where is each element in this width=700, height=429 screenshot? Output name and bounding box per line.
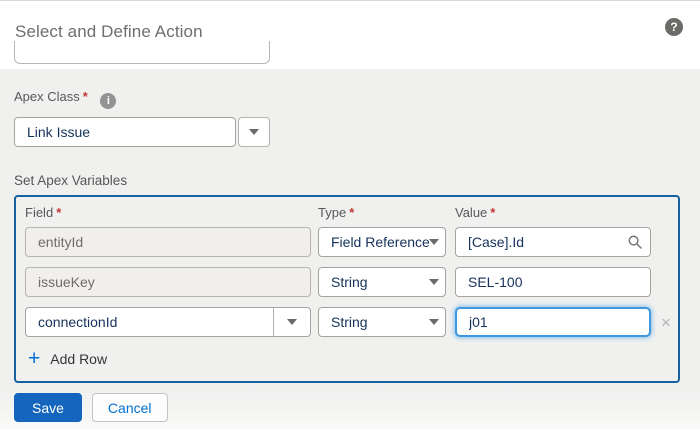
column-header-type: Type*	[318, 205, 455, 220]
help-icon[interactable]: ?	[665, 18, 683, 36]
apex-variables-box: Field* Type* Value* Field Reference	[14, 195, 680, 383]
type-select-value: Field Reference	[331, 234, 430, 250]
search-icon[interactable]	[628, 235, 642, 249]
chevron-down-icon	[287, 319, 297, 325]
remove-row-button[interactable]: ×	[661, 314, 671, 331]
required-asterisk: *	[83, 89, 88, 104]
column-header-value: Value*	[455, 205, 651, 220]
panel-body: Apex Class* i Set Apex Variables Field* …	[0, 69, 700, 383]
value-input-row2[interactable]	[455, 267, 651, 297]
required-asterisk: *	[349, 205, 354, 220]
add-row-button[interactable]: + Add Row	[28, 350, 678, 368]
apex-class-label-text: Apex Class	[14, 89, 80, 104]
apex-class-dropdown-button[interactable]	[238, 117, 270, 147]
column-headers: Field* Type* Value*	[25, 205, 678, 220]
page-title: Select and Define Action	[0, 1, 700, 42]
type-select-row2[interactable]: String	[318, 267, 446, 297]
required-asterisk: *	[490, 205, 495, 220]
apex-class-input[interactable]	[14, 117, 236, 147]
value-input-row3[interactable]	[455, 307, 651, 337]
field-combobox-connectionid	[25, 307, 311, 337]
chevron-down-icon	[429, 279, 439, 285]
chevron-down-icon	[429, 239, 439, 245]
field-dropdown-button[interactable]	[273, 308, 310, 336]
field-input-entityid[interactable]	[25, 227, 311, 257]
save-button[interactable]: Save	[14, 393, 82, 422]
variable-row: String	[25, 267, 678, 297]
field-input-connectionid[interactable]	[26, 308, 273, 336]
cancel-button[interactable]: Cancel	[92, 393, 168, 422]
apex-class-combobox	[14, 117, 700, 147]
required-asterisk: *	[56, 205, 61, 220]
field-input-issuekey[interactable]	[25, 267, 311, 297]
add-row-label: Add Row	[50, 351, 107, 367]
column-header-field: Field*	[25, 205, 318, 220]
panel-header: Select and Define Action ?	[0, 1, 700, 69]
select-define-action-panel: Select and Define Action ? Apex Class* i…	[0, 0, 700, 429]
type-select-value: String	[331, 314, 368, 330]
add-icon: +	[28, 350, 40, 368]
panel-footer: Save Cancel	[0, 383, 700, 429]
type-select-row1[interactable]: Field Reference	[318, 227, 446, 257]
type-select-row3[interactable]: String	[318, 307, 446, 337]
apex-class-label: Apex Class* i	[14, 89, 700, 109]
clipped-input[interactable]	[14, 41, 270, 64]
value-input-row1[interactable]	[455, 227, 651, 257]
chevron-down-icon	[429, 319, 439, 325]
type-select-value: String	[331, 274, 368, 290]
set-apex-variables-label: Set Apex Variables	[14, 173, 700, 188]
variable-row: String ×	[25, 307, 678, 337]
value-field-wrap	[455, 227, 651, 257]
info-icon[interactable]: i	[100, 93, 116, 109]
variable-row: Field Reference	[25, 227, 678, 257]
chevron-down-icon	[249, 129, 259, 135]
